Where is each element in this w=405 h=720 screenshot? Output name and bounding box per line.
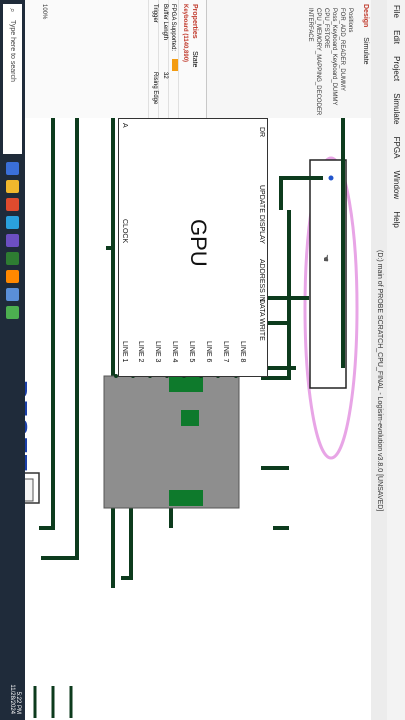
menu-bar: File Edit Project Simulate FPGA Window H… [386, 0, 405, 720]
bottom-pin-stubs [15, 686, 73, 718]
property-label: Buffer Length [162, 4, 168, 40]
menu-file[interactable]: File [392, 0, 405, 23]
menu-fpga[interactable]: FPGA [392, 132, 405, 164]
gpu-component[interactable]: DR UPDATE DISPLAY ADDRESS IN DATA WRITE … [118, 118, 268, 377]
menu-simulate[interactable]: Simulate [392, 88, 405, 129]
gpu-pin-data-write: DATA WRITE [258, 299, 265, 341]
menu-window[interactable]: Window [392, 166, 405, 204]
display-pixel [181, 410, 199, 426]
tab-simulate[interactable]: Simulate [360, 33, 371, 68]
property-label: Trigger [152, 4, 158, 23]
gpu-pin-dr: DR [258, 127, 265, 138]
properties-panel: Properties State Keyboard (1140,890) FPG… [0, 0, 207, 118]
gpu-pin-line-5: LINE 5 [188, 341, 195, 363]
app-icon[interactable] [6, 288, 19, 301]
circuit-tree: Positions FOR_ADD_READER_DUMMY Poss_Keyb… [306, 0, 354, 118]
system-clock[interactable]: 5:22 PM 11/28/2024 [9, 650, 21, 714]
selected-component: Keyboard (1140,890) [178, 0, 188, 118]
windows-taskbar: ⌕ Type here to search 5:22 PM 11/28/2024 [0, 0, 25, 720]
properties-tabs: Properties State [188, 0, 206, 118]
file-explorer-icon[interactable] [6, 180, 19, 193]
property-row[interactable]: Buffer Length 32 [158, 0, 168, 118]
clock-time: 5:22 PM [15, 691, 21, 714]
gpu-pin-line-3: LINE 3 [154, 341, 161, 363]
gpu-pin-line-4: LINE 4 [171, 341, 178, 363]
wire-probe-dot [328, 175, 334, 181]
gpu-pin-line-6: LINE 6 [205, 341, 212, 363]
app-icon[interactable] [6, 270, 19, 283]
edge-icon[interactable] [6, 216, 19, 229]
pixel-display [103, 375, 240, 509]
browser-icon[interactable] [6, 198, 19, 211]
property-label: FPGA Supported: [170, 4, 176, 52]
display-pixel [169, 490, 203, 506]
logisim-icon[interactable] [6, 306, 19, 319]
tree-item[interactable]: CPU_MEMORY_MAPPING_DECODER [314, 0, 322, 118]
app-icon[interactable] [6, 234, 19, 247]
tree-item[interactable]: INTERFACE [306, 0, 314, 118]
gpu-pin-line-8: LINE 8 [239, 341, 246, 363]
tab-design[interactable]: Design [360, 0, 371, 31]
taskbar-search-input[interactable]: ⌕ Type here to search [3, 4, 22, 154]
tree-item[interactable]: Positions [346, 0, 354, 118]
search-placeholder: Type here to search [9, 20, 16, 82]
menu-help[interactable]: Help [392, 206, 405, 232]
gpu-pin-address-in: ADDRESS IN [258, 259, 265, 302]
zoom-level[interactable]: 100% [41, 4, 47, 19]
cursor-hand-icon: ☚ [321, 254, 331, 262]
gpu-pin-clock: CLOCK [121, 219, 128, 244]
search-icon: ⌕ [8, 8, 17, 13]
tree-item[interactable]: FOR_ADD_READER_DUMMY [338, 0, 346, 118]
display-pixel [169, 376, 203, 392]
window-title: (D:) main of PROBE SCRATCH_CPU_FINAL - L… [376, 250, 383, 512]
tab-state[interactable]: State [189, 47, 200, 71]
gpu-pin-update-display: UPDATE DISPLAY [258, 185, 265, 244]
gpu-pin-line-7: LINE 7 [222, 341, 229, 363]
circuit-canvas[interactable]: ☚ DR UPDATE DISPLAY ADDRESS IN DATA WRIT… [0, 118, 371, 720]
menu-edit[interactable]: Edit [392, 25, 405, 49]
gpu-pin-a: A [121, 123, 128, 128]
task-view-icon[interactable] [6, 162, 19, 175]
gpu-title: GPU [186, 219, 211, 267]
wire [39, 118, 55, 530]
property-value: 32 [162, 72, 168, 79]
gpu-pin-line-2: LINE 2 [137, 341, 144, 363]
logisim-window: File Edit Project Simulate FPGA Window H… [0, 0, 405, 720]
property-value: Rising Edge [152, 72, 158, 105]
screenshot-stage: File Edit Project Simulate FPGA Window H… [0, 0, 405, 720]
fpga-supported-swatch [172, 58, 178, 71]
app-icon[interactable] [6, 252, 19, 265]
property-row[interactable]: Trigger Rising Edge [148, 0, 158, 118]
clock-date: 11/28/2024 [9, 684, 15, 714]
tree-item[interactable]: Poss_Keyboard_Keyboard_DUMMY [330, 0, 338, 118]
register-component[interactable] [309, 159, 347, 389]
tree-item[interactable]: CPU_FSTORE [322, 0, 330, 118]
tab-properties[interactable]: Properties [189, 0, 200, 43]
wire [41, 118, 79, 560]
gpu-pin-line-1: LINE 1 [121, 341, 128, 363]
panel-tabs: Design Simulate [360, 0, 371, 118]
window-title-strip: (D:) main of PROBE SCRATCH_CPU_FINAL - L… [370, 0, 387, 720]
menu-project[interactable]: Project [392, 51, 405, 86]
property-row[interactable]: FPGA Supported: [168, 0, 178, 118]
